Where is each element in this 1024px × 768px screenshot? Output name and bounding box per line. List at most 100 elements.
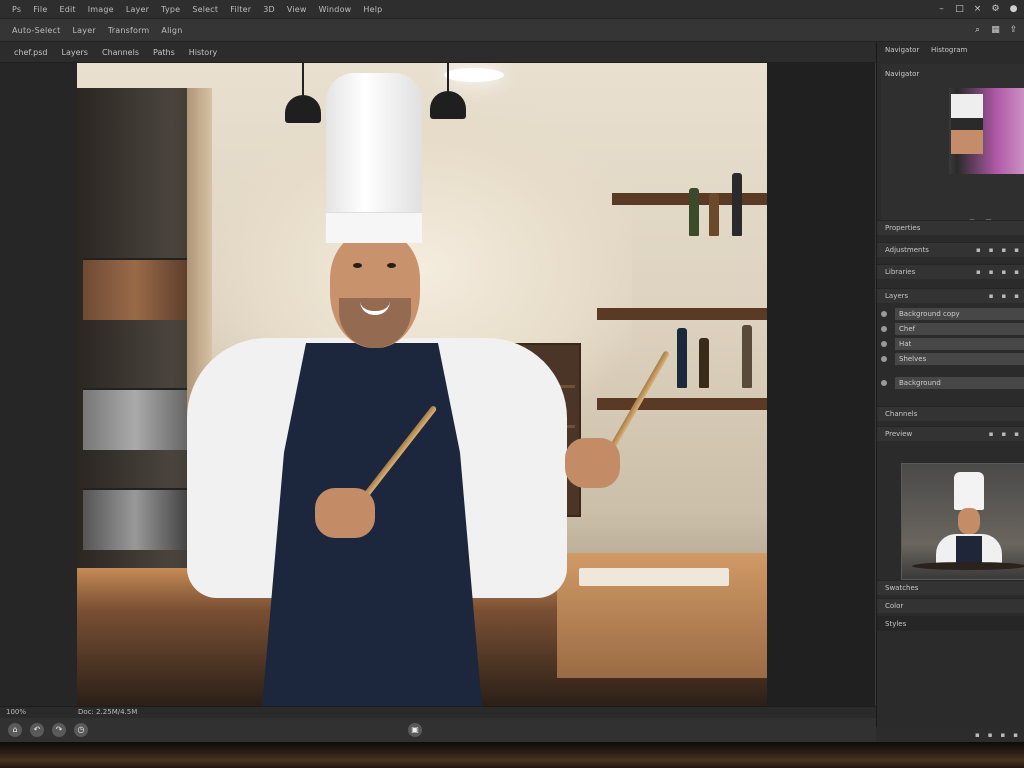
- tab-navigator[interactable]: Navigator: [885, 46, 919, 58]
- visibility-icon[interactable]: [881, 310, 887, 317]
- panel-section-styles[interactable]: Styles: [877, 616, 1024, 631]
- redo-icon[interactable]: ↷: [52, 723, 66, 737]
- bottle: [689, 188, 699, 236]
- panel-section-swatches[interactable]: Swatches: [877, 580, 1024, 595]
- menu-ps[interactable]: Ps: [12, 5, 21, 14]
- layer-row[interactable]: Shelves: [881, 352, 1024, 365]
- panel-section-color[interactable]: Color: [877, 598, 1024, 613]
- menu-select[interactable]: Select: [192, 5, 218, 14]
- user-icon[interactable]: ●: [1009, 4, 1018, 14]
- layer-row[interactable]: Chef: [881, 322, 1024, 335]
- layer-row[interactable]: Hat: [881, 337, 1024, 350]
- undo-icon[interactable]: ↶: [30, 723, 44, 737]
- trash-icon[interactable]: ▪: [1013, 731, 1018, 739]
- chef-hand: [565, 438, 620, 488]
- layer-icon[interactable]: ▪: [1014, 292, 1019, 300]
- visibility-icon[interactable]: [881, 379, 887, 386]
- preview-icon[interactable]: ▪: [1014, 430, 1019, 438]
- tab-histogram[interactable]: Histogram: [931, 46, 967, 58]
- tool-transform[interactable]: Transform: [108, 26, 150, 35]
- restore-icon[interactable]: □: [955, 4, 964, 14]
- section-label: Swatches: [885, 584, 919, 592]
- menu-view[interactable]: View: [287, 5, 307, 14]
- preview-icon[interactable]: ▪: [1002, 430, 1007, 438]
- zoom-level[interactable]: 100%: [6, 708, 26, 716]
- tab-layers[interactable]: Layers: [62, 48, 88, 57]
- doc-size: Doc: 2.25M/4.5M: [78, 708, 138, 716]
- minimize-icon[interactable]: –: [937, 4, 946, 14]
- preview-chef-face: [958, 508, 980, 534]
- pendant-lamp: [430, 91, 466, 119]
- desk-background: [0, 742, 1024, 768]
- menu-layer[interactable]: Layer: [126, 5, 149, 14]
- chef-hand: [315, 488, 375, 538]
- library-icon[interactable]: ▪: [989, 268, 994, 276]
- folder-icon[interactable]: ▪: [988, 731, 993, 739]
- menu-edit[interactable]: Edit: [59, 5, 75, 14]
- wall-shelf: [597, 398, 767, 410]
- panel-section-libraries[interactable]: Libraries ▪ ▪ ▪ ▪: [877, 264, 1024, 279]
- navigator-view-box[interactable]: [951, 94, 983, 154]
- search-icon[interactable]: ⌕: [973, 25, 982, 35]
- preview-chef-hat: [954, 472, 984, 510]
- tab-document[interactable]: chef.psd: [14, 48, 48, 57]
- chef-eye: [353, 263, 362, 268]
- section-label: Libraries: [885, 268, 916, 276]
- menu-window[interactable]: Window: [319, 5, 352, 14]
- tool-layer[interactable]: Layer: [73, 26, 96, 35]
- layer-name: Hat: [895, 337, 1024, 350]
- tool-align[interactable]: Align: [161, 26, 182, 35]
- tab-history[interactable]: History: [189, 48, 217, 57]
- adjust-icon[interactable]: ▪: [1014, 246, 1019, 254]
- layer-name: Background: [895, 376, 1024, 389]
- tab-channels[interactable]: Channels: [102, 48, 139, 57]
- library-icon[interactable]: ▪: [1014, 268, 1019, 276]
- new-layer-icon[interactable]: ▪: [975, 731, 980, 739]
- menu-help[interactable]: Help: [363, 5, 382, 14]
- layer-icon[interactable]: ▪: [1002, 292, 1007, 300]
- menu-bar: Ps File Edit Image Layer Type Select Fil…: [0, 0, 1024, 19]
- panel-section-adjustments[interactable]: Adjustments ▪ ▪ ▪ ▪: [877, 242, 1024, 257]
- chef-eye: [387, 263, 396, 268]
- tool-auto-select[interactable]: Auto-Select: [12, 26, 61, 35]
- visibility-icon[interactable]: [881, 325, 887, 332]
- panel-section-channels[interactable]: Channels: [877, 406, 1024, 421]
- mask-icon[interactable]: ▪: [1001, 731, 1006, 739]
- fridge-shelf: [83, 258, 187, 320]
- menu-3d[interactable]: 3D: [263, 5, 275, 14]
- tab-paths[interactable]: Paths: [153, 48, 175, 57]
- bottle: [677, 328, 687, 388]
- visibility-icon[interactable]: [881, 355, 887, 362]
- share-icon[interactable]: ⇪: [1009, 25, 1018, 35]
- layer-row[interactable]: Background: [881, 376, 1024, 389]
- library-icon[interactable]: ▪: [1002, 268, 1007, 276]
- adjust-icon[interactable]: ▪: [1002, 246, 1007, 254]
- close-icon[interactable]: ×: [973, 4, 982, 14]
- menu-file[interactable]: File: [33, 5, 47, 14]
- menu-image[interactable]: Image: [88, 5, 114, 14]
- home-icon[interactable]: ⌂: [8, 723, 22, 737]
- visibility-icon[interactable]: [881, 340, 887, 347]
- preview-icon[interactable]: ▪: [989, 430, 994, 438]
- bottle: [732, 173, 742, 236]
- panel-section-properties[interactable]: Properties: [877, 220, 1024, 235]
- options-toolbar: Auto-Select Layer Transform Align ⌕ ▦ ⇪: [0, 19, 1024, 42]
- section-label: Channels: [885, 410, 918, 418]
- camera-icon[interactable]: ▣: [408, 723, 422, 737]
- history-icon[interactable]: ◷: [74, 723, 88, 737]
- settings-icon[interactable]: ⚙: [991, 4, 1000, 14]
- layer-row[interactable]: Background copy: [881, 307, 1024, 320]
- adjust-icon[interactable]: ▪: [989, 246, 994, 254]
- menu-type[interactable]: Type: [161, 5, 180, 14]
- adjust-icon[interactable]: ▪: [976, 246, 981, 254]
- library-icon[interactable]: ▪: [976, 268, 981, 276]
- section-label: Adjustments: [885, 246, 929, 254]
- panel-section-layers[interactable]: Layers ▪ ▪ ▪: [877, 288, 1024, 303]
- image-canvas[interactable]: [77, 63, 767, 706]
- layer-icon[interactable]: ▪: [989, 292, 994, 300]
- preview-table: [912, 562, 1024, 570]
- preview-thumbnail[interactable]: [901, 463, 1024, 580]
- workspace-icon[interactable]: ▦: [991, 25, 1000, 35]
- menu-filter[interactable]: Filter: [230, 5, 251, 14]
- panel-section-preview[interactable]: Preview ▪ ▪ ▪: [877, 426, 1024, 441]
